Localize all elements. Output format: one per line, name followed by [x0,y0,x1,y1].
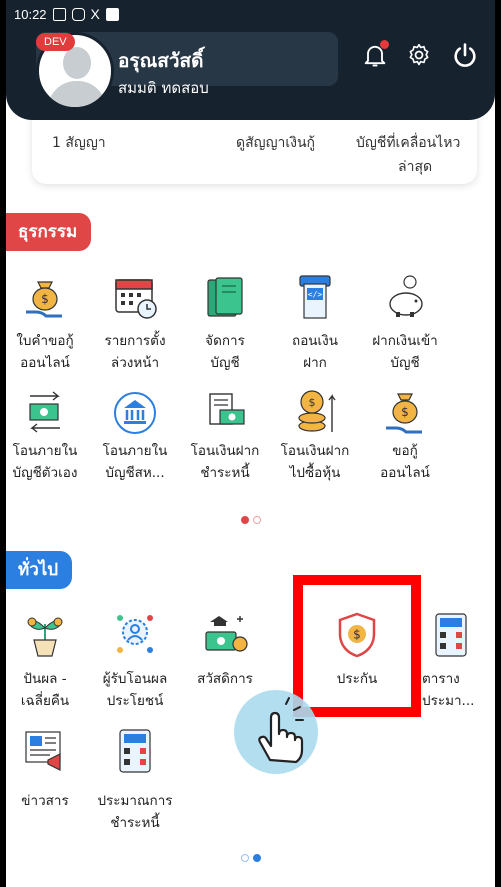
tap-hand-icon [258,697,304,764]
grid-item-transfer-stock[interactable]: $ โอนเงินฝาก ไปซื้อหุ้น [270,388,360,484]
page-dot [240,854,249,862]
user-name: สมมติ ทดสอบ [118,79,209,97]
grid-item-transfer-coop[interactable]: โอนภายใน บัญชีสห... [90,388,180,484]
grid-item-label: โอนเงินฝาก [280,443,350,459]
grid-item-label: โอนเงินฝาก [190,443,260,459]
grid-item-label: จัดการ [205,333,245,349]
grid-item-label: ออนไลน์ [20,355,70,371]
money-bag-hand-icon: $ [26,281,62,318]
grid-item-label: ชำระหนี้ [110,815,160,831]
grid-item-withdraw[interactable]: </> ถอนเงิน ฝาก [270,272,360,374]
grid-item-label: ปันผล - [23,671,67,687]
square-icon [105,7,119,21]
instagram-icon [71,7,85,21]
grid-item-label: ข่าวสาร [21,793,69,809]
grid-item-label: ชำระหนี้ [200,465,250,481]
atm-withdraw-icon: </> [299,275,331,319]
tap-hint [234,690,318,774]
dev-badge: DEV [36,33,75,51]
grid-item-welfare[interactable]: สวัสดิการ [180,610,270,690]
recent-account-link-line2: ล่าสุด [398,159,433,175]
page-dot [252,516,261,524]
piggy-bank-icon [389,275,423,317]
svg-text:$: $ [309,396,316,409]
grid-item-label: ออนไลน์ [380,465,430,481]
svg-text:$: $ [401,405,409,419]
view-contract-link[interactable]: ดูสัญญาเงินกู้ [236,132,315,154]
coins-stock-icon: $ [298,390,336,432]
welfare-icon [205,616,248,652]
general-page-indicator [6,854,495,862]
calculator-icon [435,613,467,657]
beneficiary-icon [117,615,153,653]
news-megaphone-icon [25,731,61,771]
grid-item-manage-account[interactable]: จัดการ บัญชี [180,272,270,374]
grid-item-label: บัญชีสห... [105,465,165,481]
greeting-text: อรุณสวัสดิ์ [118,50,204,72]
grid-item-dividend[interactable]: ปันผล - เฉลี่ยคืน [6,610,90,712]
phone-screen: 10:22 X 1 สัญญา ดูสัญญาเงินกู้ บัญชีที่เ… [6,0,495,887]
grid-item-label: สวัสดิการ [197,671,253,687]
grid-item-label: ล่วงหน้า [110,355,160,371]
x-icon: X [90,6,100,22]
grid-item-label: ผู้รับโอนผล [102,671,168,687]
grid-item-beneficiary[interactable]: ผู้รับโอนผล ประโยชน์ [90,610,180,712]
grid-item-news[interactable]: ข่าวสาร [6,726,90,812]
image-icon [52,7,66,21]
grid-item-label: รายการตั้ง [104,333,166,349]
page-dot-active [252,854,261,862]
grid-item-scheduled[interactable]: รายการตั้ง ล่วงหน้า [90,272,180,374]
grid-item-deposit[interactable]: ฝากเงินเข้า บัญชี [360,272,450,374]
transfer-arrows-icon [29,391,60,433]
grid-item-label: บัญชี [390,355,420,371]
page-dot-active [240,516,249,524]
bank-building-icon [114,392,156,434]
svg-text:$: $ [41,292,49,306]
grid-item-transfer-debt[interactable]: โอนเงินฝาก ชำระหนี้ [180,388,270,484]
grid-item-label: โอนภายใน [12,443,78,459]
grid-item-label: โอนภายใน [102,443,168,459]
grid-item-transfer-own[interactable]: โอนภายใน บัญชีตัวเอง [6,388,90,484]
contract-count: 1 สัญญา [52,135,106,151]
notification-button[interactable] [358,38,392,72]
grid-item-label: ขอกู้ [392,443,418,459]
grid-item-label: ฝาก [303,355,327,371]
power-icon [454,43,476,67]
gear-icon [409,43,429,66]
grid-item-debt-estimate[interactable]: ประมาณการ ชำระหนี้ [90,726,180,834]
transactions-page-indicator [6,516,495,524]
bill-payment-icon [209,393,245,425]
grid-item-label: ประโยชน์ [106,693,164,709]
general-section-title: ทั่วไป [6,551,73,589]
settings-button[interactable] [402,38,436,72]
recent-account-link[interactable]: บัญชีที่เคลื่อนไหว [356,132,460,154]
grid-item-label: ประมาณการ [97,793,173,809]
transactions-section-title: ธุรกรรม [6,213,92,251]
grid-item-label: ฝากเงินเข้า [372,333,438,349]
grid-item-online-loan[interactable]: $ ขอกู้ ออนไลน์ [360,388,450,484]
grid-item-label: ใบคำขอกู้ [16,333,74,349]
status-bar: 10:22 X [6,0,495,28]
grid-item-label: เฉลี่ยคืน [20,693,70,709]
grid-item-label: บัญชีตัวเอง [12,465,78,481]
plant-coins-icon [27,617,63,657]
status-time: 10:22 [14,6,47,22]
passbook-icon [207,277,243,317]
grid-item-loan-request[interactable]: $ ใบคำขอกู้ ออนไลน์ [6,272,90,374]
grid-item-label: ไปซื้อหุ้น [289,465,341,481]
app-header: DEV อรุณสวัสดิ์ สมมติ ทดสอบ [6,28,495,120]
notification-dot [380,40,389,49]
svg-text:</>: </> [308,290,323,299]
logout-button[interactable] [448,38,482,72]
grid-item-label: บัญชี [210,355,240,371]
money-bag-hand-icon: $ [386,393,422,434]
grid-item-label: ถอนเงิน [292,333,338,349]
calculator-icon [119,729,151,773]
calendar-clock-icon [115,279,157,319]
